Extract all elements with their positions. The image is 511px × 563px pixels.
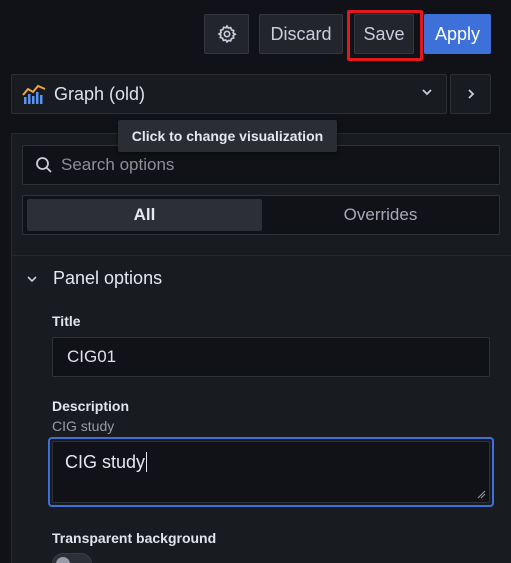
transparent-label: Transparent background — [52, 530, 217, 546]
tab-all[interactable]: All — [27, 199, 262, 231]
panel-editor: Discard Save Apply Graph (old) All — [0, 0, 511, 563]
visualization-tooltip: Click to change visualization — [118, 120, 337, 152]
chevron-down-icon — [422, 89, 432, 96]
description-label: Description — [52, 398, 130, 414]
description-textarea-inner: CIG study — [52, 441, 490, 503]
panel-options-title: Panel options — [53, 268, 163, 288]
apply-button[interactable]: Apply — [424, 14, 491, 54]
panel-options-header[interactable]: Panel options — [26, 268, 162, 289]
save-button[interactable]: Save — [354, 14, 414, 54]
tab-overrides[interactable]: Overrides — [264, 199, 497, 231]
resize-grip-icon[interactable] — [477, 490, 486, 499]
transparent-toggle[interactable] — [52, 553, 92, 563]
divider — [11, 255, 511, 256]
toggle-knob — [56, 557, 70, 563]
graph-icon — [22, 84, 46, 104]
description-preview: CIG study — [52, 418, 115, 434]
description-text: CIG study — [65, 452, 148, 472]
search-input[interactable] — [61, 155, 481, 175]
visualization-label: Graph (old) — [54, 83, 146, 104]
chevron-right-icon — [467, 89, 474, 99]
options-tabs: All Overrides — [22, 195, 500, 235]
visualization-picker[interactable]: Graph (old) — [11, 74, 447, 114]
discard-button[interactable]: Discard — [259, 14, 343, 54]
text-cursor — [146, 452, 148, 472]
settings-button[interactable] — [204, 14, 249, 54]
description-textarea[interactable]: CIG study — [48, 437, 494, 507]
chevron-down-icon — [27, 275, 37, 282]
title-label: Title — [52, 313, 81, 329]
gear-icon — [217, 24, 237, 44]
title-input[interactable]: CIG01 — [52, 337, 490, 377]
search-icon — [36, 157, 52, 173]
visualization-next-button[interactable] — [450, 74, 491, 114]
